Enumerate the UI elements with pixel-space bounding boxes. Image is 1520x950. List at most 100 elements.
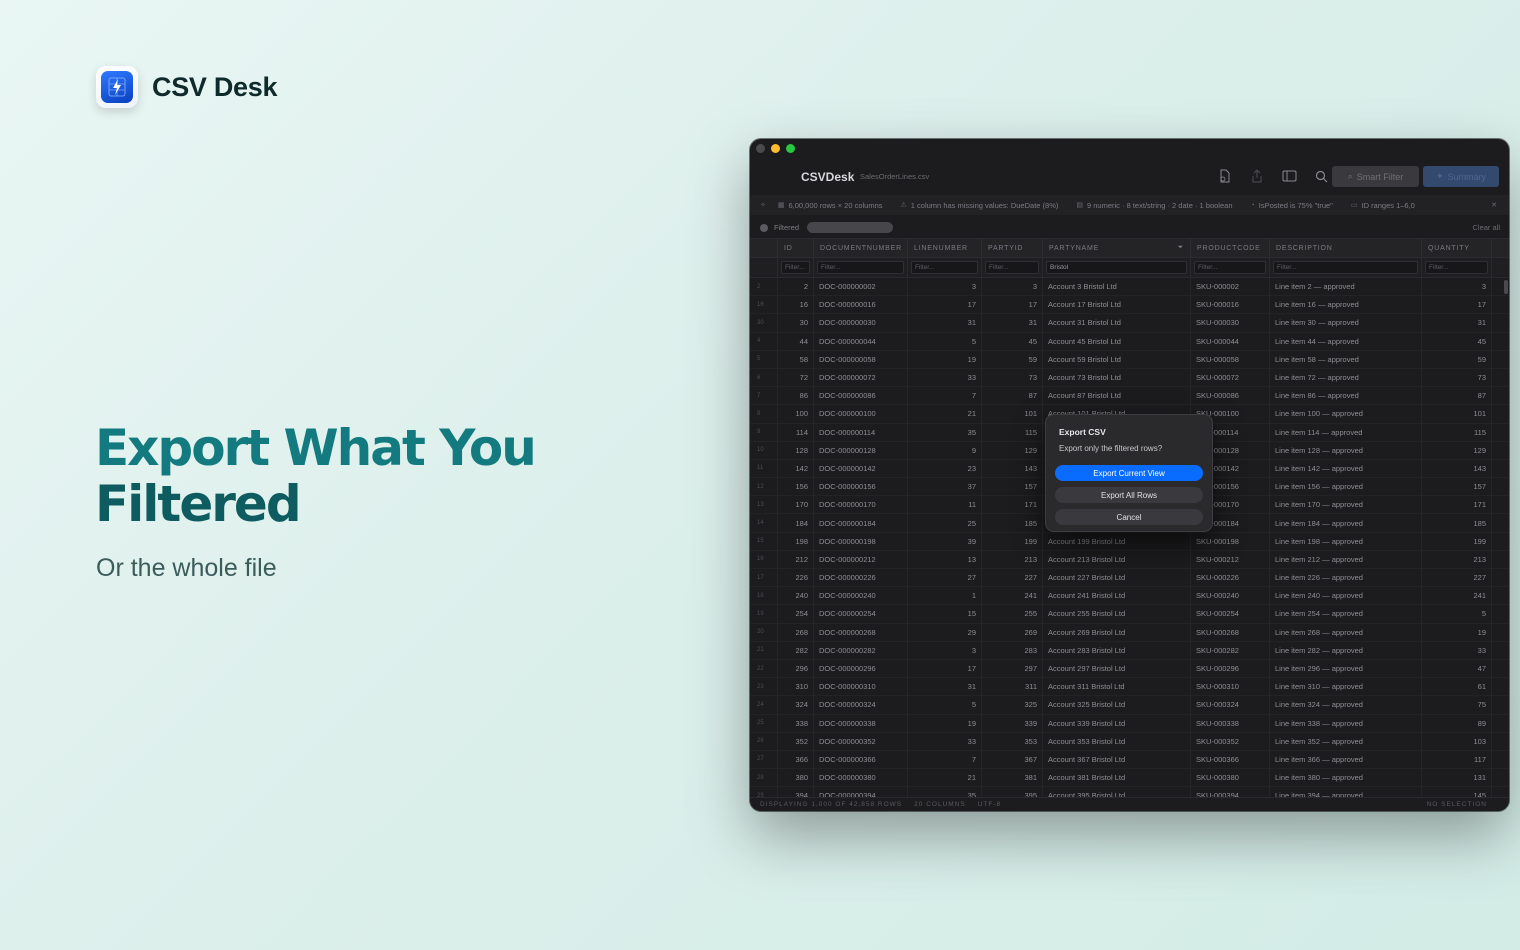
- cell-quantity[interactable]: 19: [1422, 623, 1492, 641]
- cell-linenumber[interactable]: 5: [908, 332, 982, 350]
- cell-description[interactable]: Line item 394 — approved: [1270, 787, 1422, 797]
- row-number[interactable]: 10: [750, 441, 778, 459]
- table-row[interactable]: 21 282 DOC-000000282 3 283 Account 283 Bristo…: [750, 641, 1509, 660]
- cell-documentnumber[interactable]: DOC-000000338: [814, 714, 908, 732]
- cell-id[interactable]: 226: [778, 569, 814, 587]
- summary-button[interactable]: ✦ Summary: [1423, 166, 1499, 187]
- cell-quantity[interactable]: 103: [1422, 732, 1492, 750]
- column-header-id[interactable]: ID: [778, 239, 814, 257]
- filter-input-linenumber[interactable]: Filter...: [911, 261, 978, 274]
- row-number[interactable]: 22: [750, 659, 778, 678]
- filter-input-quantity[interactable]: Filter...: [1425, 261, 1488, 274]
- table-row[interactable]: 25 338 DOC-000000338 19 339 Account 339 Brist…: [750, 714, 1509, 733]
- cell-partyname[interactable]: Account 87 Bristol Ltd: [1043, 387, 1191, 405]
- row-number[interactable]: 5: [750, 350, 778, 368]
- cell-documentnumber[interactable]: DOC-000000058: [814, 350, 908, 368]
- cell-partyname[interactable]: Account 213 Bristol Ltd: [1043, 550, 1191, 568]
- row-number[interactable]: 13: [750, 496, 778, 514]
- table-row[interactable]: 6 72 DOC-000000072 33 73 Account 73 Bristol L…: [750, 368, 1509, 388]
- cell-linenumber[interactable]: 35: [908, 423, 982, 441]
- cell-partyid[interactable]: 87: [982, 387, 1043, 405]
- cell-description[interactable]: Line item 212 — approved: [1270, 550, 1422, 568]
- filter-input-description[interactable]: Filter...: [1273, 261, 1418, 274]
- minimize-window-button[interactable]: [771, 144, 780, 153]
- cell-description[interactable]: Line item 352 — approved: [1270, 732, 1422, 750]
- cell-linenumber[interactable]: 33: [908, 732, 982, 750]
- cell-quantity[interactable]: 101: [1422, 405, 1492, 423]
- row-number[interactable]: 12: [750, 478, 778, 496]
- cell-productcode[interactable]: SKU-000310: [1191, 678, 1270, 696]
- cell-id[interactable]: 86: [778, 387, 814, 405]
- cell-documentnumber[interactable]: DOC-000000142: [814, 459, 908, 478]
- cell-id[interactable]: 72: [778, 368, 814, 387]
- cell-description[interactable]: Line item 366 — approved: [1270, 750, 1422, 769]
- export-all-rows-button[interactable]: Export All Rows: [1055, 487, 1203, 503]
- cell-productcode[interactable]: SKU-000268: [1191, 623, 1270, 641]
- cell-linenumber[interactable]: 11: [908, 496, 982, 514]
- cell-partyname[interactable]: Account 283 Bristol Ltd: [1043, 641, 1191, 659]
- cell-linenumber[interactable]: 17: [908, 659, 982, 678]
- cell-id[interactable]: 142: [778, 459, 814, 478]
- cell-documentnumber[interactable]: DOC-000000310: [814, 678, 908, 696]
- cell-documentnumber[interactable]: DOC-000000128: [814, 441, 908, 459]
- cancel-button[interactable]: Cancel: [1055, 509, 1203, 525]
- cell-partyname[interactable]: Account 297 Bristol Ltd: [1043, 659, 1191, 678]
- cell-id[interactable]: 128: [778, 441, 814, 459]
- cell-linenumber[interactable]: 27: [908, 569, 982, 587]
- cell-description[interactable]: Line item 268 — approved: [1270, 623, 1422, 641]
- cell-partyname[interactable]: Account 269 Bristol Ltd: [1043, 623, 1191, 641]
- cell-documentnumber[interactable]: DOC-000000352: [814, 732, 908, 750]
- cell-id[interactable]: 212: [778, 550, 814, 568]
- zoom-window-button[interactable]: [786, 144, 795, 153]
- row-number[interactable]: 7: [750, 387, 778, 405]
- table-row[interactable]: 27 366 DOC-000000366 7 367 Account 367 Bristo…: [750, 750, 1509, 770]
- cell-linenumber[interactable]: 25: [908, 514, 982, 532]
- table-row[interactable]: 20 268 DOC-000000268 29 269 Account 269 Brist…: [750, 623, 1509, 642]
- cell-id[interactable]: 268: [778, 623, 814, 641]
- cell-description[interactable]: Line item 44 — approved: [1270, 332, 1422, 350]
- column-header-linenumber[interactable]: LINENUMBER: [908, 239, 982, 257]
- filter-input-partyname[interactable]: Bristol: [1046, 261, 1187, 274]
- cell-partyname[interactable]: Account 353 Bristol Ltd: [1043, 732, 1191, 750]
- cell-productcode[interactable]: SKU-000212: [1191, 550, 1270, 568]
- cell-partyid[interactable]: 255: [982, 605, 1043, 623]
- row-number[interactable]: 24: [750, 696, 778, 714]
- cell-partyid[interactable]: 157: [982, 478, 1043, 496]
- cell-id[interactable]: 170: [778, 496, 814, 514]
- cell-description[interactable]: Line item 58 — approved: [1270, 350, 1422, 368]
- cell-partyname[interactable]: Account 339 Bristol Ltd: [1043, 714, 1191, 732]
- cell-quantity[interactable]: 89: [1422, 714, 1492, 732]
- cell-partyid[interactable]: 199: [982, 532, 1043, 550]
- cell-partyid[interactable]: 171: [982, 496, 1043, 514]
- cell-documentnumber[interactable]: DOC-000000394: [814, 787, 908, 797]
- cell-quantity[interactable]: 157: [1422, 478, 1492, 496]
- cell-documentnumber[interactable]: DOC-000000282: [814, 641, 908, 659]
- cell-partyid[interactable]: 311: [982, 678, 1043, 696]
- table-row[interactable]: 18 240 DOC-000000240 1 241 Account 241 Bristo…: [750, 587, 1509, 606]
- cell-id[interactable]: 338: [778, 714, 814, 732]
- column-header-partyname[interactable]: PARTYNAME ⏷: [1043, 239, 1191, 257]
- row-number[interactable]: 4: [750, 332, 778, 350]
- cell-partyid[interactable]: 31: [982, 314, 1043, 332]
- cell-productcode[interactable]: SKU-000030: [1191, 314, 1270, 332]
- cell-productcode[interactable]: SKU-000086: [1191, 387, 1270, 405]
- cell-productcode[interactable]: SKU-000394: [1191, 787, 1270, 797]
- cell-quantity[interactable]: 73: [1422, 368, 1492, 387]
- search-icon[interactable]: [1313, 168, 1329, 184]
- cell-description[interactable]: Line item 156 — approved: [1270, 478, 1422, 496]
- cell-partyid[interactable]: 3: [982, 278, 1043, 296]
- cell-id[interactable]: 30: [778, 314, 814, 332]
- cell-partyname[interactable]: Account 241 Bristol Ltd: [1043, 587, 1191, 605]
- cell-description[interactable]: Line item 198 — approved: [1270, 532, 1422, 550]
- cell-id[interactable]: 282: [778, 641, 814, 659]
- cell-linenumber[interactable]: 29: [908, 623, 982, 641]
- cell-documentnumber[interactable]: DOC-000000030: [814, 314, 908, 332]
- cell-description[interactable]: Line item 240 — approved: [1270, 587, 1422, 605]
- cell-documentnumber[interactable]: DOC-000000072: [814, 368, 908, 387]
- cell-productcode[interactable]: SKU-000044: [1191, 332, 1270, 350]
- cell-description[interactable]: Line item 254 — approved: [1270, 605, 1422, 623]
- cell-partyid[interactable]: 129: [982, 441, 1043, 459]
- cell-documentnumber[interactable]: DOC-000000198: [814, 532, 908, 550]
- row-number[interactable]: 8: [750, 405, 778, 423]
- cell-quantity[interactable]: 5: [1422, 605, 1492, 623]
